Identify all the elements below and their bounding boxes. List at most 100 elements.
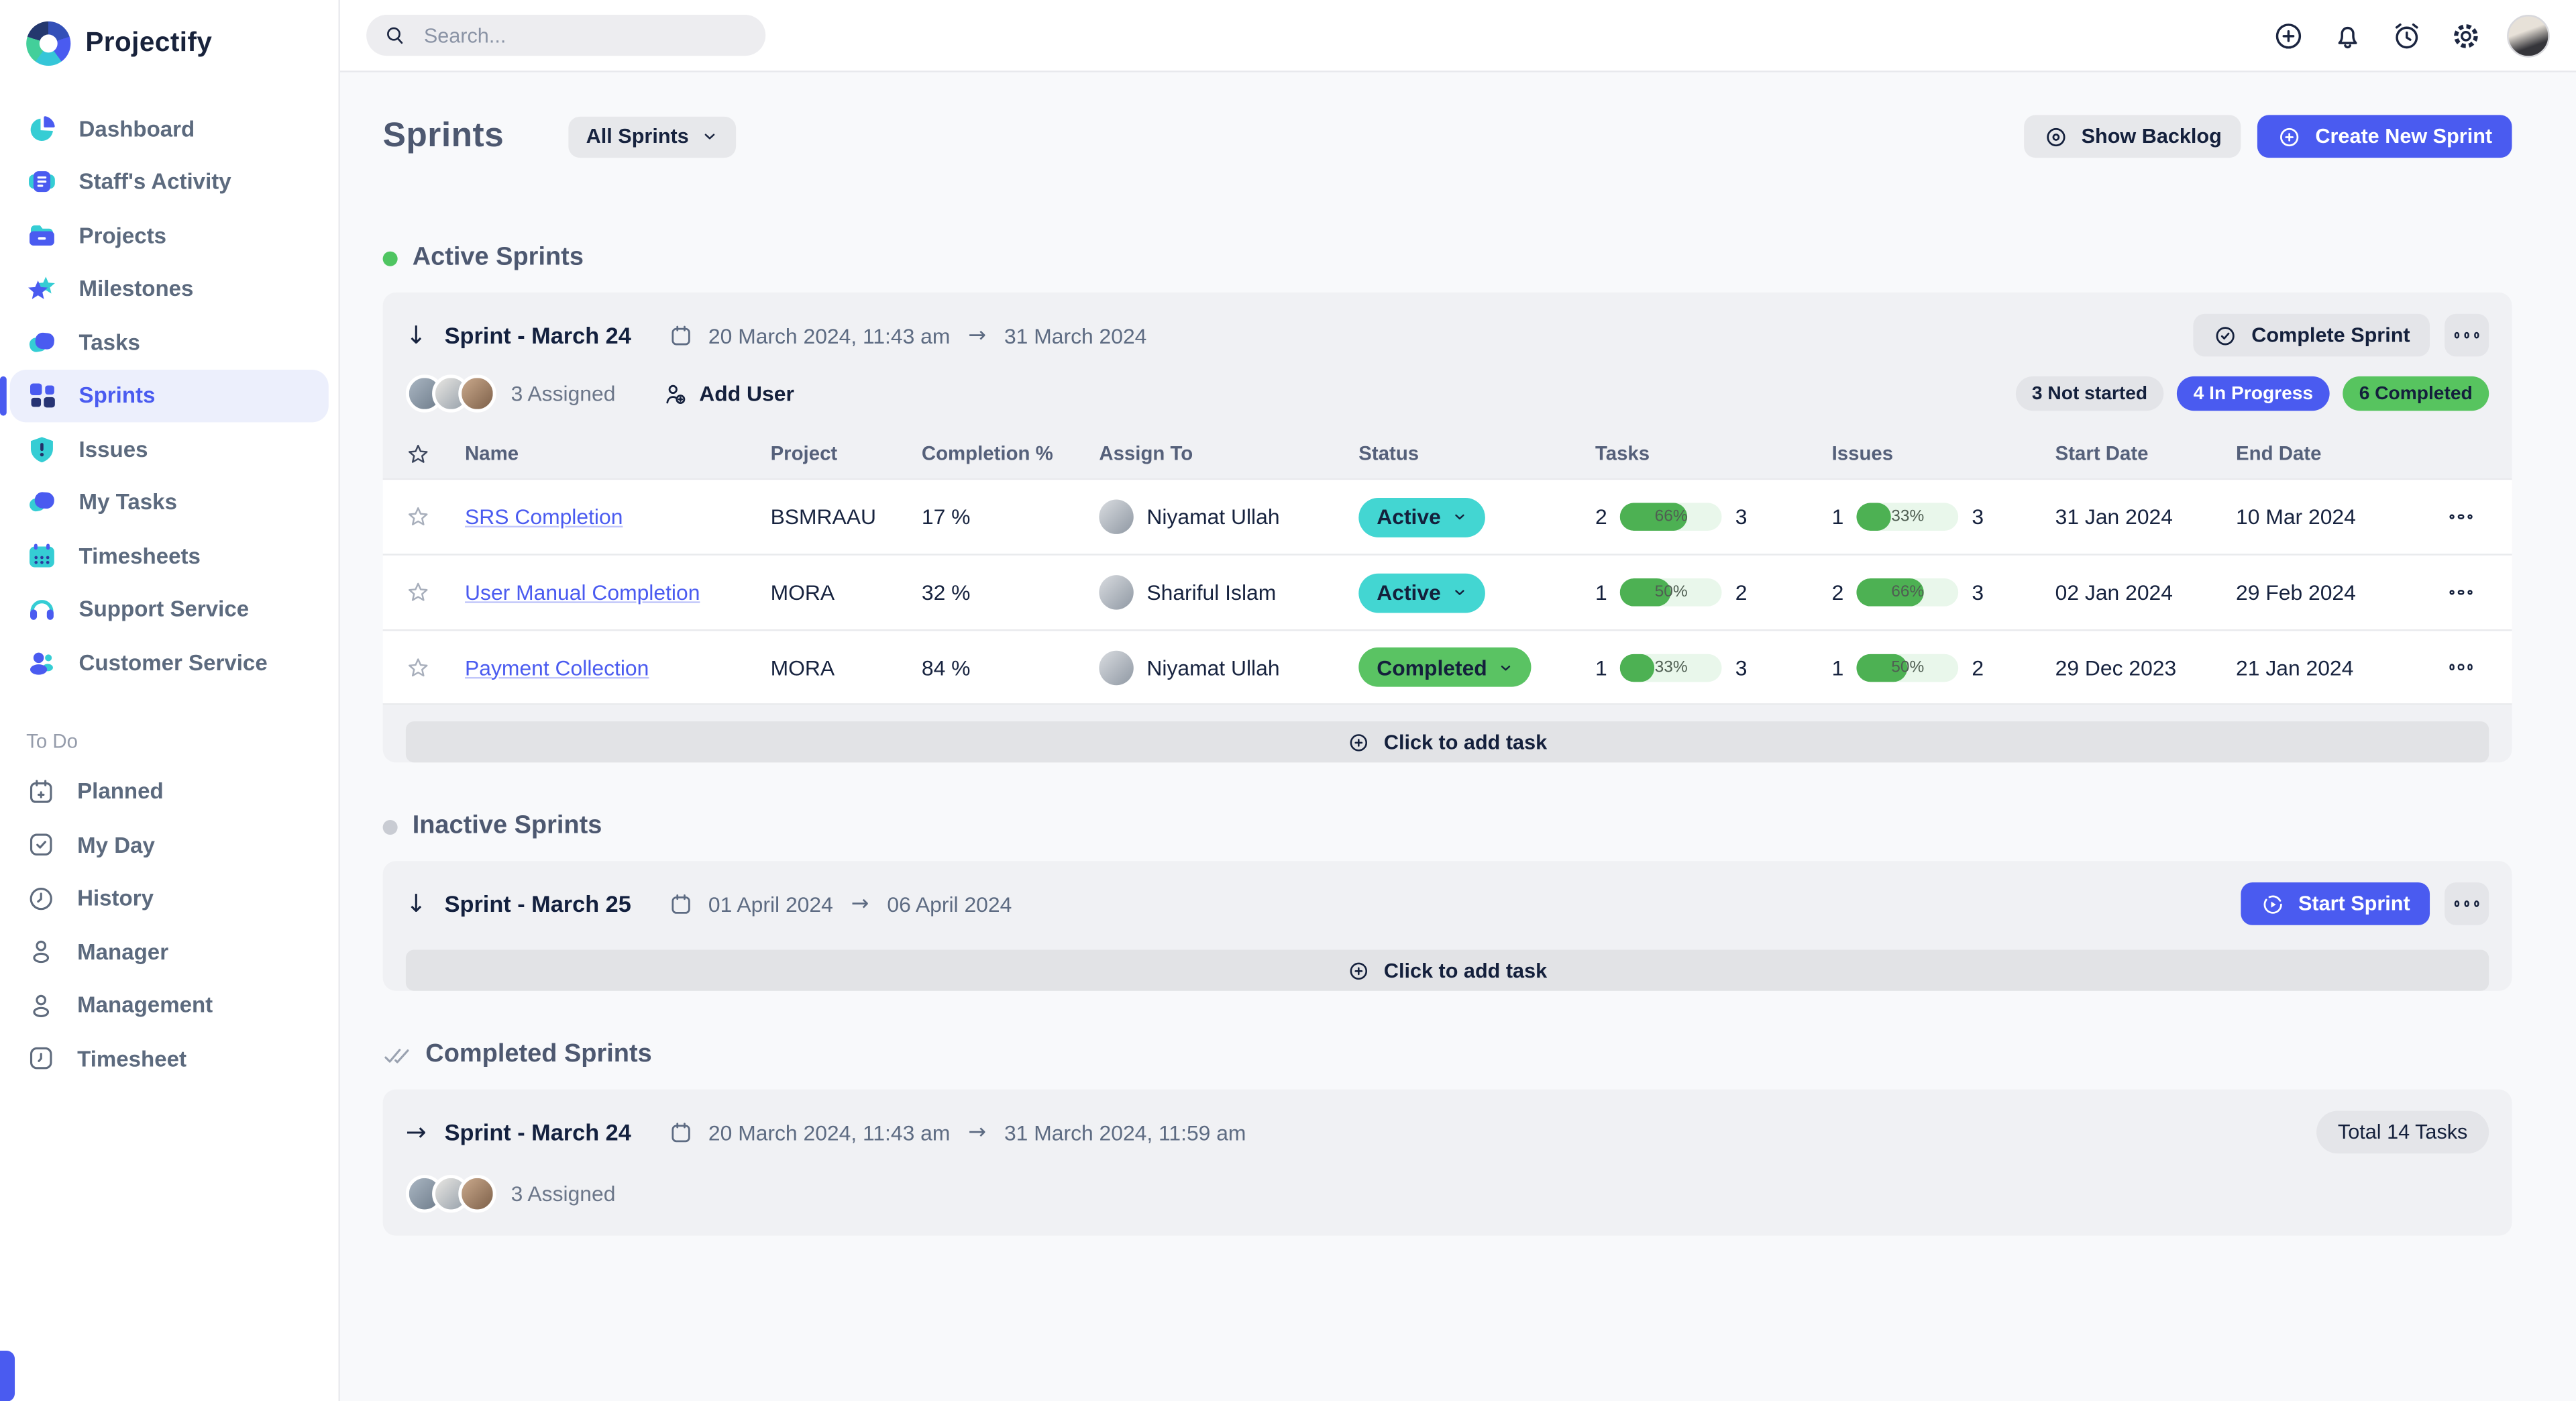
collapse-arrow-icon[interactable]: ↓ <box>406 892 427 917</box>
status-dropdown[interactable]: Completed <box>1358 647 1532 687</box>
sprint-more-menu[interactable] <box>2445 882 2489 925</box>
project-cell: MORA <box>771 655 922 680</box>
sidebar-item-timesheet[interactable]: Timesheet <box>0 1032 338 1086</box>
start-sprint-label: Start Sprint <box>2298 892 2410 915</box>
issues-progress-cell: 2 66% 3 <box>1832 578 2055 607</box>
sidebar-item-staffs-activity[interactable]: Staff's Activity <box>0 155 338 209</box>
add-user-button[interactable]: Add User <box>651 378 804 408</box>
chevron-down-icon <box>1452 509 1467 524</box>
table-row: User Manual Completion MORA 32 % Sharifu… <box>383 554 2512 629</box>
settings-gear-icon[interactable] <box>2448 17 2484 54</box>
show-backlog-button[interactable]: Show Backlog <box>2024 115 2241 158</box>
col-issues: Issues <box>1832 442 2055 465</box>
issues-done: 1 <box>1832 655 1844 680</box>
avatar <box>458 1175 496 1212</box>
app-title: Projectify <box>85 28 212 60</box>
task-name-link[interactable]: User Manual Completion <box>465 580 771 605</box>
add-task-label: Click to add task <box>1384 731 1547 754</box>
assigned-count: 3 Assigned <box>511 381 616 406</box>
favorite-star-icon[interactable] <box>406 505 465 529</box>
sprint-header-row: → Sprint - March 24 20 March 2024, 11:43… <box>383 1090 2512 1162</box>
sprint-end-date: 31 March 2024 <box>1004 323 1146 348</box>
complete-sprint-button[interactable]: Complete Sprint <box>2194 314 2430 357</box>
add-button[interactable] <box>2270 17 2306 54</box>
collapse-arrow-icon[interactable]: ↓ <box>406 323 427 348</box>
task-name-link[interactable]: Payment Collection <box>465 655 771 680</box>
avatar <box>1099 575 1133 609</box>
sidebar-item-timesheets[interactable]: Timesheets <box>0 529 338 583</box>
tasks-progress-cell: 2 66% 3 <box>1595 503 1832 531</box>
sidebar-item-history[interactable]: History <box>0 872 338 925</box>
section-title: Active Sprints <box>413 243 584 272</box>
sidebar-item-management[interactable]: Management <box>0 978 338 1032</box>
calendar-icon <box>669 892 694 917</box>
favorite-star-icon[interactable] <box>406 655 465 680</box>
search-icon <box>384 25 406 46</box>
status-dropdown[interactable]: Active <box>1358 497 1485 537</box>
expand-arrow-icon[interactable]: → <box>406 1120 427 1145</box>
person-add-icon <box>661 380 688 407</box>
sidebar-item-customer-service[interactable]: Customer Service <box>0 636 338 690</box>
sidebar-item-my-day[interactable]: My Day <box>0 819 338 872</box>
sidebar-item-my-tasks[interactable]: My Tasks <box>0 476 338 529</box>
sidebar-item-label: Customer Service <box>79 650 268 675</box>
favorite-star-icon[interactable] <box>406 580 465 605</box>
inactive-sprint-card: ↓ Sprint - March 25 01 April 2024 → 06 A… <box>383 861 2512 990</box>
col-project: Project <box>771 442 922 465</box>
search-input[interactable] <box>421 22 747 48</box>
sidebar-item-support-service[interactable]: Support Service <box>0 582 338 636</box>
row-more-menu[interactable] <box>2449 664 2489 670</box>
assignee-name: Niyamat Ullah <box>1146 505 1279 529</box>
backlog-eye-icon <box>2043 124 2068 149</box>
sidebar-item-sprints[interactable]: Sprints <box>10 369 329 423</box>
sprint-filter-dropdown[interactable]: All Sprints <box>568 116 737 157</box>
tasks-icon <box>26 327 58 358</box>
app-root: Projectify Dashboard Staff's Activity Pr… <box>0 0 2576 1401</box>
complete-sprint-label: Complete Sprint <box>2251 323 2410 346</box>
sprints-icon <box>26 380 58 411</box>
tasks-done: 2 <box>1595 505 1607 529</box>
sidebar-item-issues[interactable]: Issues <box>0 422 338 476</box>
tasks-progress-label: 50% <box>1620 578 1722 607</box>
add-task-label: Click to add task <box>1384 959 1547 982</box>
sprint-meta-row: 3 Assigned <box>383 1161 2512 1235</box>
issues-progress-label: 66% <box>1857 578 1959 607</box>
alarm-clock-icon[interactable] <box>2389 17 2425 54</box>
add-task-button[interactable]: Click to add task <box>406 721 2489 762</box>
sprint-more-menu[interactable] <box>2445 314 2489 357</box>
task-name-link[interactable]: SRS Completion <box>465 505 771 529</box>
sidebar-item-dashboard[interactable]: Dashboard <box>0 102 338 156</box>
start-date-cell: 02 Jan 2024 <box>2055 580 2236 605</box>
plus-circle-icon <box>2277 124 2302 149</box>
sidebar-item-planned[interactable]: Planned <box>0 765 338 819</box>
start-sprint-button[interactable]: Start Sprint <box>2241 882 2430 925</box>
sprint-name: Sprint - March 24 <box>445 1119 631 1145</box>
sidebar-item-manager[interactable]: Manager <box>0 925 338 979</box>
sidebar-item-label: My Day <box>77 833 155 858</box>
sidebar-item-projects[interactable]: Projects <box>0 209 338 262</box>
notifications-bell-icon[interactable] <box>2330 17 2366 54</box>
date-range-arrow-icon: → <box>968 323 986 348</box>
tasks-progress-cell: 1 33% 3 <box>1595 653 1832 681</box>
completion-cell: 84 % <box>922 655 1099 680</box>
add-task-button[interactable]: Click to add task <box>406 950 2489 991</box>
sidebar-item-label: Timesheets <box>79 543 201 568</box>
sprint-name: Sprint - March 25 <box>445 890 631 917</box>
tasks-progress-bar: 66% <box>1620 503 1722 531</box>
sidebar-item-label: Issues <box>79 437 148 462</box>
row-more-menu[interactable] <box>2449 590 2489 595</box>
assignee-cell: Niyamat Ullah <box>1099 499 1358 533</box>
badge-not-started: 3 Not started <box>2015 376 2163 411</box>
status-dropdown[interactable]: Active <box>1358 572 1485 612</box>
sidebar-item-tasks[interactable]: Tasks <box>0 315 338 369</box>
sidebar-item-milestones[interactable]: Milestones <box>0 262 338 316</box>
issues-progress-label: 50% <box>1857 653 1959 681</box>
chevron-down-icon <box>1499 660 1513 674</box>
sidebar-item-label: History <box>77 886 154 911</box>
user-avatar[interactable] <box>2507 14 2550 57</box>
create-new-sprint-button[interactable]: Create New Sprint <box>2258 115 2512 158</box>
row-more-menu[interactable] <box>2449 514 2489 519</box>
star-icon <box>406 442 431 466</box>
projectify-logo-icon <box>26 21 70 66</box>
badge-completed: 6 Completed <box>2343 376 2489 411</box>
